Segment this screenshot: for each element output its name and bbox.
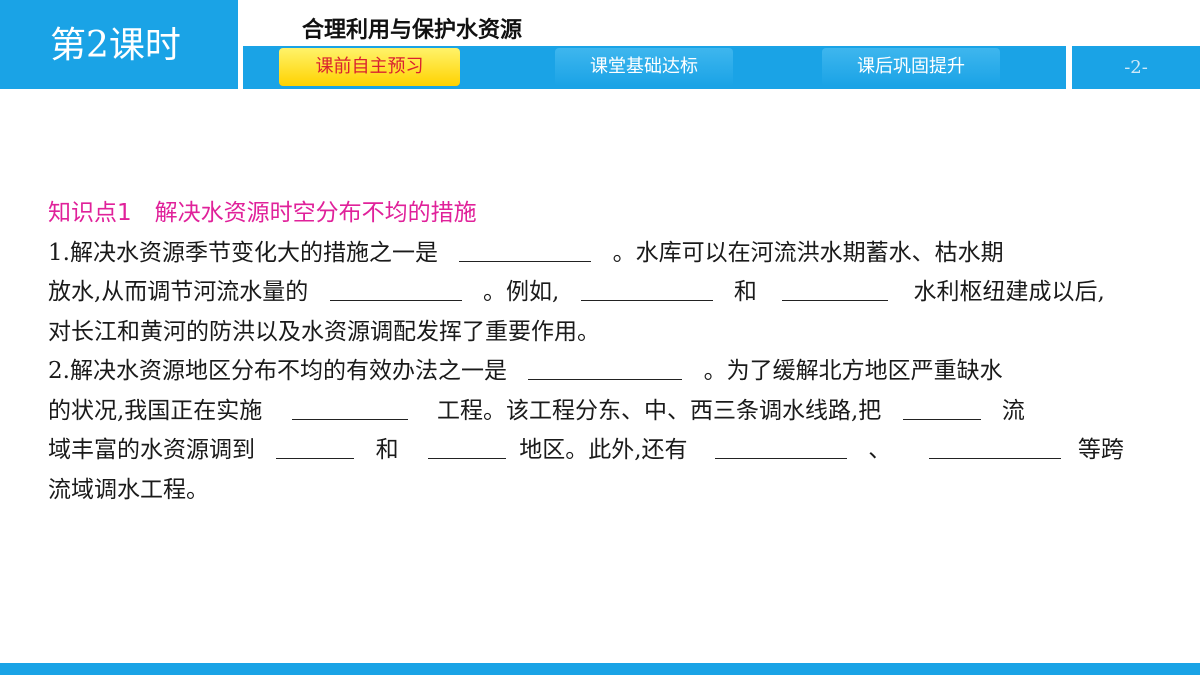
- p2-text-d: 工程。该工程分东、中、西三条调水线路,把: [436, 397, 882, 424]
- p2-line-3: 域丰富的水资源调到 和 地区。此外,还有 、 等跨: [48, 431, 1158, 471]
- p2-line-1: 2.解决水资源地区分布不均的有效办法之一是 。为了缓解北方地区严重缺水: [48, 352, 1158, 392]
- blank-6[interactable]: [291, 395, 408, 420]
- p1-text-g: 对长江和黄河的防洪以及水资源调配发挥了重要作用。: [48, 318, 600, 345]
- p2-text-c: 的状况,我国正在实施: [48, 397, 263, 424]
- p2-text-g: 和: [375, 437, 399, 463]
- blank-5[interactable]: [528, 355, 683, 380]
- p1-text-a: 1.解决水资源季节变化大的措施之一是: [48, 239, 438, 266]
- blank-3[interactable]: [580, 276, 713, 301]
- p2-text-f: 域丰富的水资源调到: [48, 437, 255, 463]
- p1-line-2: 放水,从而调节河流水量的 。例如, 和 水利枢纽建成以后,: [48, 273, 1158, 313]
- blank-9[interactable]: [427, 434, 506, 459]
- blank-10[interactable]: [714, 434, 847, 459]
- blank-1[interactable]: [459, 237, 592, 262]
- tab-bar: 课前自主预习 课堂基础达标 课后巩固提升: [243, 46, 1066, 89]
- blank-8[interactable]: [276, 434, 355, 459]
- p2-text-i: 、: [868, 437, 892, 463]
- header: 第2课时 合理利用与保护水资源 课前自主预习 课堂基础达标 课后巩固提升 -2-: [0, 0, 1200, 89]
- bottom-bar: [0, 663, 1200, 675]
- p1-text-e: 和: [733, 279, 757, 305]
- lesson-label: 第2课时: [50, 25, 181, 66]
- p1-text-b: 。水库可以在河流洪水期蓄水、枯水期: [612, 239, 1004, 266]
- p2-text-j: 等跨: [1077, 437, 1124, 463]
- p2-line-4: 流域调水工程。: [48, 471, 1158, 511]
- blank-4[interactable]: [782, 276, 889, 301]
- blank-11[interactable]: [928, 434, 1061, 459]
- tab-preview[interactable]: 课前自主预习: [279, 48, 460, 86]
- blank-2[interactable]: [329, 276, 462, 301]
- topic-title: 合理利用与保护水资源: [302, 18, 523, 43]
- tab-after-class[interactable]: 课后巩固提升: [822, 48, 1000, 86]
- p2-text-k: 流域调水工程。: [48, 476, 209, 503]
- p2-text-b: 。为了缓解北方地区严重缺水: [703, 358, 1003, 384]
- page-number: -2-: [1124, 57, 1148, 78]
- knowledge-heading: 知识点1 解决水资源时空分布不均的措施: [48, 200, 477, 226]
- p2-text-h: 地区。此外,还有: [519, 437, 688, 463]
- lesson-label-box: 第2课时: [0, 0, 238, 89]
- p2-line-2: 的状况,我国正在实施 工程。该工程分东、中、西三条调水线路,把 流: [48, 392, 1158, 432]
- page-number-box: -2-: [1072, 46, 1200, 89]
- tab-classroom[interactable]: 课堂基础达标: [555, 48, 733, 86]
- p1-line-1: 1.解决水资源季节变化大的措施之一是 。水库可以在河流洪水期蓄水、枯水期: [48, 234, 1158, 274]
- blank-7[interactable]: [902, 395, 981, 420]
- p2-text-e: 流: [1001, 397, 1025, 424]
- p1-text-c: 放水,从而调节河流水量的: [48, 279, 309, 305]
- p1-text-f: 水利枢纽建成以后,: [913, 279, 1105, 305]
- p2-text-a: 2.解决水资源地区分布不均的有效办法之一是: [48, 358, 507, 384]
- p1-line-3: 对长江和黄河的防洪以及水资源调配发挥了重要作用。: [48, 313, 1158, 353]
- content-area: 知识点1 解决水资源时空分布不均的措施 1.解决水资源季节变化大的措施之一是 。…: [48, 194, 1158, 510]
- p1-text-d: 。例如,: [482, 279, 560, 305]
